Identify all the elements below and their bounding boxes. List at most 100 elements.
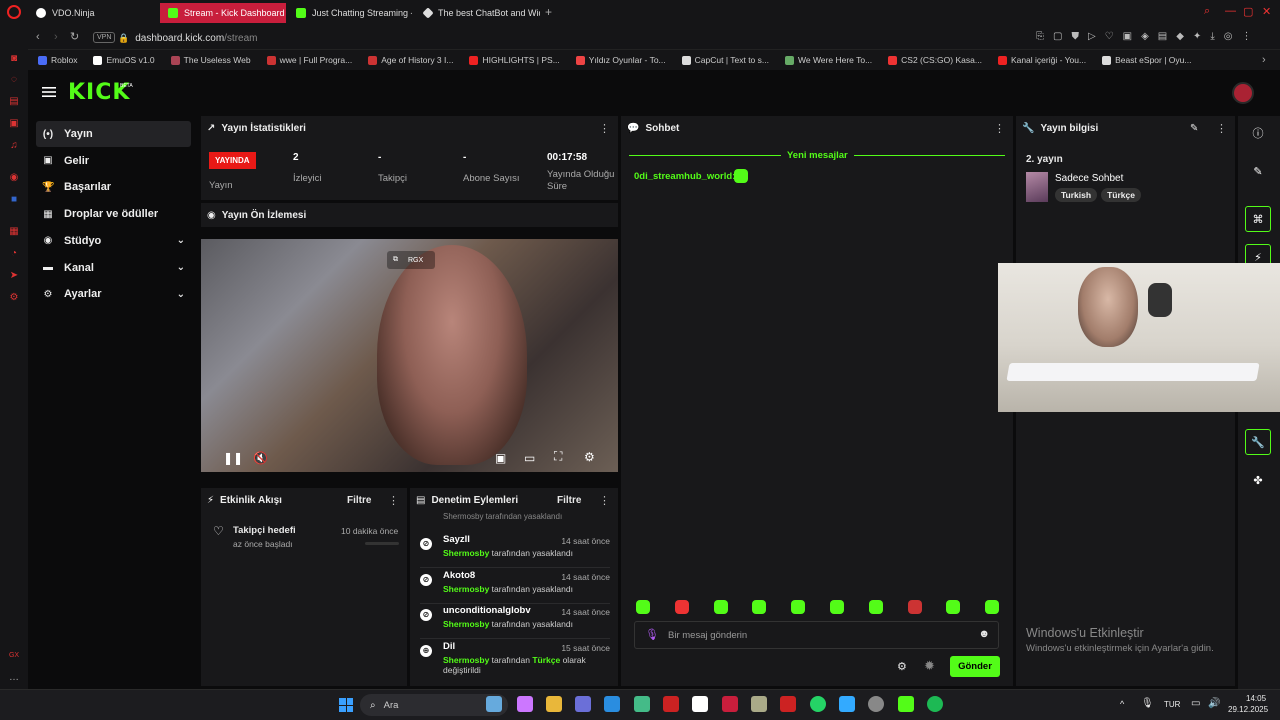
heart-icon[interactable]: ♡ xyxy=(1105,31,1114,42)
opera-logo-icon[interactable] xyxy=(7,5,21,19)
app-icon[interactable]: ■ xyxy=(8,194,20,206)
mute-icon[interactable]: 🔇 xyxy=(253,451,268,465)
clock-time[interactable]: 14:05 xyxy=(1246,694,1266,703)
tab-kick-dashboard[interactable]: Stream - Kick Dashboard xyxy=(160,3,286,23)
sidebar-item-başarılar[interactable]: 🏆 Başarılar xyxy=(36,174,191,200)
emote-button[interactable] xyxy=(752,600,767,614)
sidebar-item-droplar-ve-ödüller[interactable]: ▦ Droplar ve ödüller xyxy=(36,201,191,227)
emote-button[interactable] xyxy=(907,600,922,614)
moderation-row[interactable]: ⊘ Akoto8 14 saat önce Shermosby tarafından … xyxy=(420,570,610,606)
stream-info-kebab-icon[interactable]: ⋮ xyxy=(1216,122,1227,135)
aria-icon[interactable]: ◌ xyxy=(8,74,20,86)
tag-turkish[interactable]: Turkish xyxy=(1055,188,1098,202)
camera-icon[interactable]: ◎ xyxy=(1224,31,1233,42)
bookmark-item[interactable]: Age of History 3 I... xyxy=(360,55,461,65)
emote-button[interactable] xyxy=(636,600,650,614)
music-icon[interactable]: ♫ xyxy=(8,140,20,152)
tray-mic-icon[interactable]: 🎙 xyxy=(1141,698,1154,709)
shop-icon[interactable]: ▤ xyxy=(8,96,20,108)
emote-button[interactable] xyxy=(985,600,1000,614)
game-icon[interactable] xyxy=(663,696,679,712)
moderation-kebab-icon[interactable]: ⋮ xyxy=(599,494,610,507)
maximize-button[interactable]: ▢ xyxy=(1243,5,1253,18)
clock-date[interactable]: 29.12.2025 xyxy=(1228,705,1268,714)
twitch-icon[interactable]: ◉ xyxy=(8,172,20,184)
teams-icon[interactable] xyxy=(575,696,591,712)
bookmark-item[interactable]: EmuOS v1.0 xyxy=(85,55,162,65)
forward-button[interactable]: › xyxy=(54,31,58,43)
moderation-row[interactable]: ⊕ Dil 15 saat önce Shermosby tarafından Tür… xyxy=(420,641,610,677)
activity-filter-button[interactable]: Filtre xyxy=(347,495,371,506)
search-tabs-icon[interactable]: ⌕ xyxy=(1204,5,1210,18)
send-icon[interactable]: ➤ xyxy=(8,270,20,282)
tray-chevron-icon[interactable]: ^ xyxy=(1120,699,1124,709)
bookmark-item[interactable]: wwe | Full Progra... xyxy=(259,55,361,65)
volume-icon[interactable]: 🔊 xyxy=(1208,698,1220,709)
fullscreen-icon[interactable]: ⛶ xyxy=(554,449,562,464)
settings-gear-icon[interactable]: ⚙ xyxy=(584,450,595,464)
copilot-icon[interactable] xyxy=(517,696,533,712)
extension-icon[interactable]: ▣ xyxy=(1123,31,1132,42)
bookmark-item[interactable]: Kanal içeriği - You... xyxy=(990,55,1094,65)
vpn-badge[interactable]: VPN xyxy=(93,32,116,43)
tag-turkce[interactable]: Türkçe xyxy=(1101,188,1141,202)
clip-icon[interactable]: ⌘ xyxy=(1245,206,1271,232)
new-tab-button[interactable]: + xyxy=(545,5,552,19)
messenger-icon[interactable]: ◙ xyxy=(8,53,20,65)
snapshot-icon[interactable]: ▢ xyxy=(1053,31,1062,42)
back-button[interactable]: ‹ xyxy=(36,31,40,43)
emote-button[interactable] xyxy=(674,600,689,614)
extension-icon[interactable]: ◈ xyxy=(1141,31,1149,42)
stats-kebab-icon[interactable]: ⋮ xyxy=(599,122,610,135)
microphone-icon[interactable]: 🎙 xyxy=(645,628,659,641)
menu-icon[interactable]: ⋮ xyxy=(1241,31,1251,42)
chatbot-icon[interactable]: ✹ xyxy=(924,658,935,674)
bookmark-item[interactable]: Yıldız Oyunlar - To... xyxy=(568,55,674,65)
emote-button[interactable] xyxy=(868,600,883,614)
obs-icon[interactable] xyxy=(868,696,884,712)
note-app-icon[interactable] xyxy=(839,696,855,712)
chat-settings-icon[interactable]: ⚙ xyxy=(897,660,907,673)
raid-icon[interactable]: ✤ xyxy=(1245,467,1271,493)
emote-button[interactable] xyxy=(830,600,844,614)
clock-icon[interactable]: ◔ xyxy=(8,248,20,260)
grid-icon[interactable]: ▦ xyxy=(8,226,20,238)
chat-message-username[interactable]: 0di_streamhub_world: xyxy=(634,171,735,182)
bookmark-item[interactable]: CapCut | Text to s... xyxy=(674,55,777,65)
extension-icon[interactable]: ◆ xyxy=(1176,31,1184,42)
start-button[interactable] xyxy=(339,698,353,712)
theater-icon[interactable]: ▭ xyxy=(524,451,535,465)
url-field[interactable]: 🔒 dashboard.kick.com/stream xyxy=(118,29,1018,47)
chat-kebab-icon[interactable]: ⋮ xyxy=(994,122,1005,135)
pencil-icon[interactable]: ✎ xyxy=(1245,158,1271,184)
moderation-row[interactable]: ⊘ unconditionalglobv 14 saat önce Shermosby… xyxy=(420,605,610,641)
puzzle-icon[interactable]: ✦ xyxy=(1193,31,1201,42)
store-icon[interactable] xyxy=(634,696,650,712)
minimize-button[interactable]: — xyxy=(1225,5,1236,17)
emote-button[interactable] xyxy=(713,600,728,614)
bookmark-item[interactable]: Roblox xyxy=(30,55,85,65)
gx-icon[interactable]: GX xyxy=(8,650,20,662)
input-language[interactable]: TUR xyxy=(1164,700,1180,709)
emoji-icon[interactable]: ☻ xyxy=(978,628,990,640)
category-thumbnail[interactable] xyxy=(1026,172,1048,202)
sidebar-item-ayarlar[interactable]: ⚙ Ayarlar ⌄ xyxy=(36,281,191,307)
pause-button[interactable]: ❚❚ xyxy=(223,451,243,465)
info-icon[interactable]: ⓘ xyxy=(1245,120,1271,146)
chat-input[interactable]: 🎙 Bir mesaj gönderin ☻ xyxy=(634,621,999,649)
emote-button[interactable] xyxy=(791,600,806,614)
edge-icon[interactable] xyxy=(604,696,620,712)
play-icon[interactable]: ▷ xyxy=(1088,31,1096,42)
folder-icon[interactable] xyxy=(546,696,562,712)
hamburger-menu-icon[interactable] xyxy=(42,86,56,98)
tab-just-chatting[interactable]: Just Chatting Streaming - xyxy=(288,3,412,23)
edit-pencil-icon[interactable]: ✎ xyxy=(1190,123,1198,134)
tab-vdo-ninja[interactable]: VDO.Ninja xyxy=(28,3,156,23)
wrench-action-icon[interactable]: 🔧 xyxy=(1245,429,1271,455)
more-icon[interactable]: … xyxy=(8,672,20,684)
opera-gx-icon[interactable] xyxy=(722,696,738,712)
download-icon[interactable]: ⤓ xyxy=(1210,31,1214,42)
bookmark-item[interactable]: We Were Here To... xyxy=(777,55,880,65)
sidebar-item-yayın[interactable]: (•) Yayın xyxy=(36,121,191,147)
activity-kebab-icon[interactable]: ⋮ xyxy=(388,494,399,507)
